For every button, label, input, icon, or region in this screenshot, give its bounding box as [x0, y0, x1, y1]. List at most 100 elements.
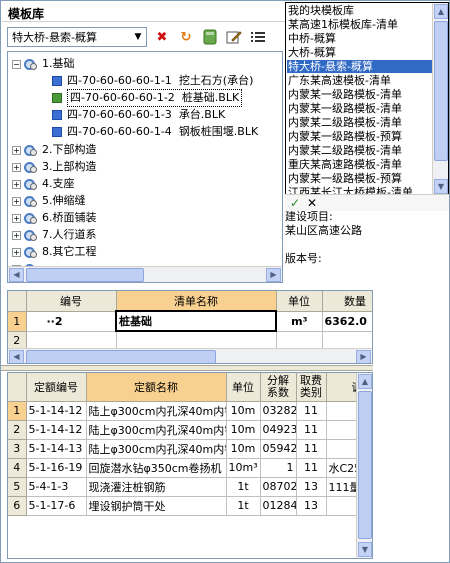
coef-cell[interactable]: 05942 [260, 439, 297, 459]
row-number[interactable]: 2 [8, 420, 27, 440]
tree-leaf[interactable]: 四-70-60-60-60-1-3 承台.BLK [52, 107, 225, 123]
dropdown-item[interactable]: 内蒙某一级路模板-清单 [287, 88, 433, 101]
row-number[interactable]: 3 [8, 439, 27, 459]
tree-node-3[interactable]: + 3.上部构造 [12, 159, 97, 175]
expand-icon[interactable]: + [12, 145, 21, 155]
table-row[interactable]: 4 5-1-16-19 回旋潜水钻φ350cm卷扬机 10m³ 1 11 水C2… [8, 458, 372, 478]
coef-cell[interactable]: 04923 [260, 420, 297, 440]
dropdown-item[interactable]: 某高速1标模板库-清单 [287, 18, 433, 31]
fee-cell[interactable]: 11 [296, 420, 327, 440]
dropdown-item-selected[interactable]: 特大桥-悬索-概算 [287, 60, 433, 73]
column-header[interactable]: 清单名称 [116, 291, 277, 312]
refresh-icon[interactable]: ↻ [177, 28, 195, 46]
tree-leaf[interactable]: 四-70-60-60-60-1-4 钢板桩围堰.BLK [52, 124, 258, 140]
scroll-left-icon[interactable]: ◀ [9, 268, 24, 282]
row-number[interactable]: 1 [8, 401, 27, 421]
row-number[interactable]: 2 [8, 331, 27, 350]
code-cell[interactable] [26, 331, 117, 350]
expand-icon[interactable]: + [12, 213, 21, 223]
coef-cell[interactable]: 1 [260, 458, 297, 478]
table-row[interactable]: 2 5-1-14-12 陆上φ300cm内孔深40m内钻 10m 04923 1… [8, 420, 372, 440]
fee-cell[interactable]: 11 [296, 458, 327, 478]
quota-name-cell[interactable]: 埋设钢护筒干处 [86, 496, 227, 516]
unit-cell[interactable]: m³ [276, 311, 323, 332]
tree-node-1[interactable]: − 1.基础 [12, 56, 75, 72]
expand-icon[interactable]: + [12, 247, 21, 257]
row-number[interactable]: 4 [8, 458, 27, 478]
edit-icon[interactable] [225, 28, 243, 46]
database-icon[interactable] [201, 28, 219, 46]
quota-name-cell[interactable]: 陆上φ300cm内孔深40m内钻 [86, 439, 227, 459]
fee-cell[interactable]: 11 [296, 439, 327, 459]
code-cell[interactable]: ··2 [26, 311, 117, 332]
expand-icon[interactable]: + [12, 162, 21, 172]
tree-node-8[interactable]: + 8.其它工程 [12, 244, 97, 260]
fee-cell[interactable]: 13 [296, 477, 327, 497]
coef-cell[interactable]: 03282 [260, 401, 297, 421]
dropdown-scrollbar[interactable]: ▲ ▼ [432, 3, 448, 194]
column-header[interactable]: 定额编号 [26, 373, 87, 402]
scroll-down-icon[interactable]: ▼ [358, 542, 372, 557]
name-cell[interactable]: 桩基础 [115, 310, 277, 332]
column-header[interactable]: 编号 [26, 291, 117, 312]
column-header[interactable]: 单位 [226, 373, 261, 402]
quota-code-cell[interactable]: 5-1-16-19 [26, 458, 87, 478]
dropdown-item[interactable]: 大桥-概算 [287, 46, 433, 59]
tree-leaf[interactable]: 四-70-60-60-60-1-1 挖土石方(承台) [52, 73, 253, 89]
dropdown-item[interactable]: 重庆某高速路模板-清单 [287, 158, 433, 171]
template-dropdown-list[interactable]: 我的块模板库 某高速1标模板库-清单 中桥-概算 大桥-概算 特大桥-悬索-概算… [285, 2, 449, 195]
delete-icon[interactable]: ✖ [153, 28, 171, 46]
quota-name-cell[interactable]: 陆上φ300cm内孔深40m内钻 [86, 420, 227, 440]
coef-cell[interactable]: 08702 [260, 477, 297, 497]
expand-icon[interactable]: + [12, 196, 21, 206]
fee-cell[interactable]: 13 [296, 496, 327, 516]
unit-cell[interactable]: 1t [226, 477, 261, 497]
scroll-thumb[interactable] [358, 391, 372, 539]
column-header[interactable]: 分解系数 [260, 373, 297, 402]
coef-cell[interactable]: 01284 [260, 496, 297, 516]
table-row[interactable]: 6 5-1-17-6 埋设钢护筒干处 1t 01284 13 [8, 496, 372, 516]
quota-grid-vertical-scrollbar[interactable]: ▲ ▼ [356, 373, 372, 558]
column-header[interactable]: 取费类别 [296, 373, 327, 402]
expand-icon[interactable]: + [12, 179, 21, 189]
table-row[interactable]: 1 ··2 桩基础 m³ 6362.0 [8, 310, 372, 332]
name-cell[interactable] [116, 331, 277, 350]
dropdown-item[interactable]: 中桥-概算 [287, 32, 433, 45]
row-number[interactable]: 5 [8, 477, 27, 497]
fee-cell[interactable]: 11 [296, 401, 327, 421]
tree-node-2[interactable]: + 2.下部构造 [12, 142, 97, 158]
unit-cell[interactable]: 10m [226, 420, 261, 440]
unit-cell[interactable] [276, 331, 323, 350]
splitter[interactable] [1, 365, 373, 371]
quota-name-cell[interactable]: 现浇灌注桩钢筋 [86, 477, 227, 497]
column-header[interactable]: 单位 [276, 291, 323, 312]
table-row[interactable]: 1 5-1-14-12 陆上φ300cm内孔深40m内钻 10m 03282 1… [8, 401, 372, 421]
quota-name-cell[interactable]: 回旋潜水钻φ350cm卷扬机 [86, 458, 227, 478]
scroll-right-icon[interactable]: ▶ [266, 268, 281, 282]
dropdown-item[interactable]: 内蒙某二级路模板-清单 [287, 144, 433, 157]
dropdown-item[interactable]: 广东某高速模板-清单 [287, 74, 433, 87]
scroll-up-icon[interactable]: ▲ [434, 4, 448, 19]
scroll-down-icon[interactable]: ▼ [434, 179, 448, 194]
collapse-icon[interactable]: − [12, 59, 21, 69]
tree-node-6[interactable]: + 6.桥面铺装 [12, 210, 97, 226]
tree-horizontal-scrollbar[interactable]: ◀ ▶ [8, 266, 282, 282]
dropdown-item[interactable]: 内蒙某一级路模板-预算 [287, 130, 433, 143]
dropdown-item[interactable]: 内蒙某一级路模板-清单 [287, 102, 433, 115]
unit-cell[interactable]: 1t [226, 496, 261, 516]
row-number[interactable]: 1 [8, 311, 27, 332]
scroll-right-icon[interactable]: ▶ [356, 350, 371, 363]
table-row[interactable]: 5 5-4-1-3 现浇灌注桩钢筋 1t 08702 13 111量0 [8, 477, 372, 497]
bill-grid-scrollbar[interactable]: ◀ ▶ [8, 348, 372, 363]
dropdown-item[interactable]: 内蒙某二级路模板-清单 [287, 116, 433, 129]
dropdown-item[interactable]: 内蒙某一级路模板-预算 [287, 172, 433, 185]
quota-name-cell[interactable]: 陆上φ300cm内孔深40m内钻 [86, 401, 227, 421]
close-icon[interactable]: ✕ [307, 196, 317, 210]
tree-node-4[interactable]: + 4.支座 [12, 176, 75, 192]
quota-code-cell[interactable]: 5-1-14-12 [26, 401, 87, 421]
qty-cell[interactable] [322, 331, 372, 350]
template-select[interactable]: 特大桥-悬索-概算 ▼ [7, 27, 147, 47]
quota-code-cell[interactable]: 5-4-1-3 [26, 477, 87, 497]
column-header[interactable]: 定额名称 [86, 373, 227, 402]
scroll-up-icon[interactable]: ▲ [358, 374, 372, 389]
